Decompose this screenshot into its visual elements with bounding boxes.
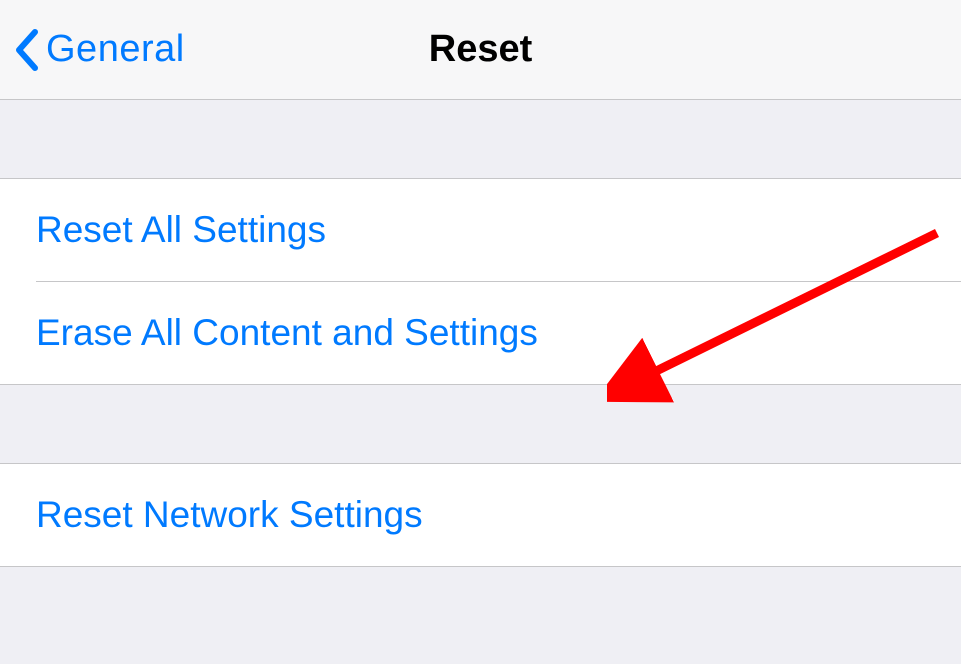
back-button-label: General — [46, 28, 185, 71]
settings-group: Reset Network Settings — [0, 463, 961, 567]
settings-group: Reset All Settings Erase All Content and… — [0, 178, 961, 385]
section-spacer — [0, 100, 961, 178]
chevron-left-icon — [14, 29, 38, 71]
cell-label: Reset All Settings — [36, 209, 326, 250]
reset-all-settings-cell[interactable]: Reset All Settings — [0, 179, 961, 281]
section-spacer — [0, 385, 961, 463]
reset-network-settings-cell[interactable]: Reset Network Settings — [0, 464, 961, 566]
cell-label: Reset Network Settings — [36, 494, 423, 535]
back-button[interactable]: General — [0, 28, 185, 71]
cell-label: Erase All Content and Settings — [36, 312, 538, 353]
page-title: Reset — [429, 28, 533, 71]
erase-all-content-cell[interactable]: Erase All Content and Settings — [0, 282, 961, 384]
navigation-bar: General Reset — [0, 0, 961, 100]
